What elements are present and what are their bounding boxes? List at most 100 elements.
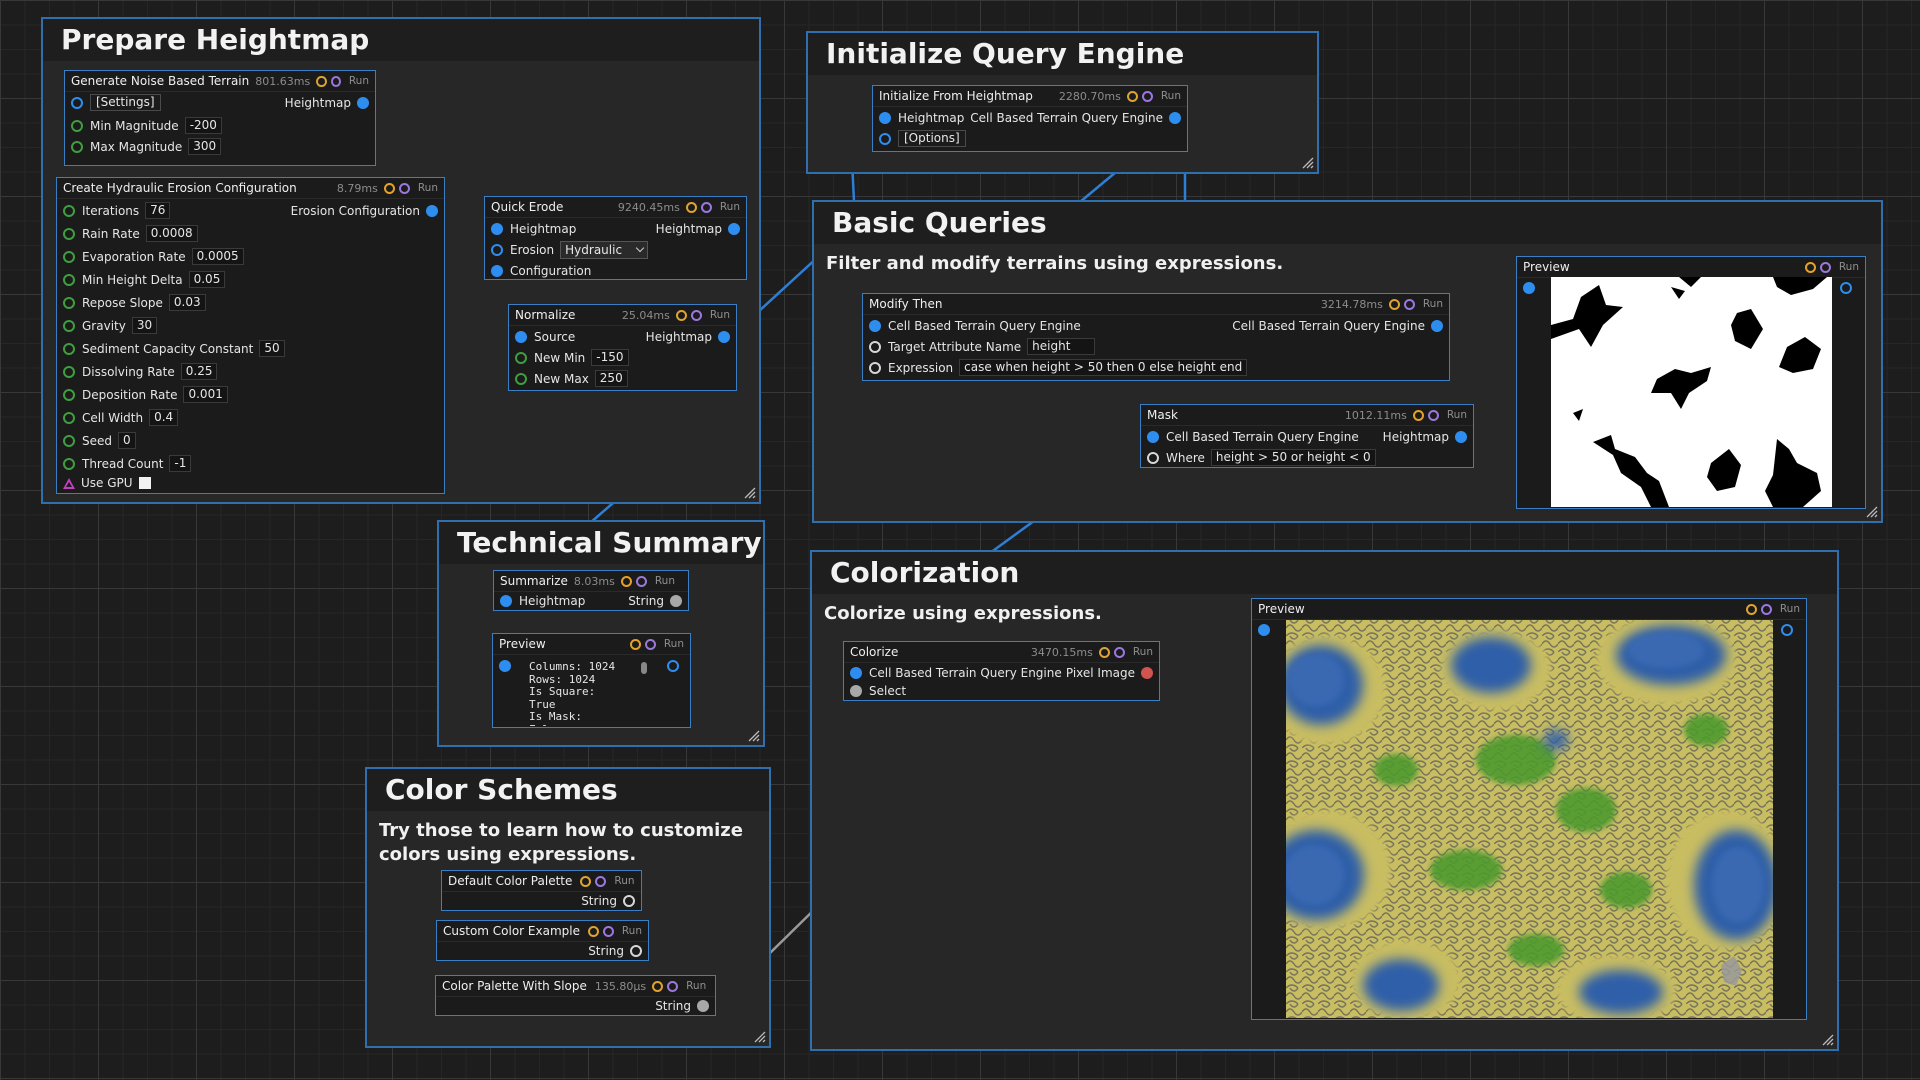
node-custom-color-example[interactable]: Custom Color Example Run String bbox=[436, 920, 649, 961]
node-modify-then[interactable]: Modify Then 3214.78ms Run Cell Based Ter… bbox=[862, 293, 1450, 381]
preview-toggle-icon[interactable] bbox=[1403, 298, 1415, 310]
output-port-icon[interactable] bbox=[1840, 282, 1852, 294]
summary-text-area[interactable]: Columns: 1024 Rows: 1024 Is Square: True… bbox=[529, 661, 635, 726]
output-port-icon[interactable] bbox=[1141, 666, 1153, 679]
run-status-icon[interactable] bbox=[588, 925, 599, 937]
run-button[interactable]: Run bbox=[1133, 646, 1153, 658]
node-preview-mask[interactable]: Preview Run bbox=[1516, 256, 1866, 509]
preview-toggle-icon[interactable] bbox=[330, 75, 341, 87]
node-initialize-from-heightmap[interactable]: Initialize From Heightmap 2280.70ms Run … bbox=[872, 85, 1188, 152]
run-status-icon[interactable] bbox=[580, 875, 592, 887]
config-value-input[interactable]: 76 bbox=[145, 202, 171, 219]
output-port-icon[interactable] bbox=[630, 945, 642, 957]
output-port-icon[interactable] bbox=[728, 222, 740, 235]
input-port-icon[interactable] bbox=[63, 388, 75, 401]
run-button[interactable]: Run bbox=[664, 638, 684, 650]
run-status-icon[interactable] bbox=[1412, 409, 1424, 421]
config-value-input[interactable]: -1 bbox=[169, 455, 192, 472]
config-value-input[interactable]: 0.001 bbox=[183, 386, 228, 403]
run-status-icon[interactable] bbox=[1388, 298, 1400, 310]
preview-toggle-icon[interactable] bbox=[667, 980, 679, 992]
run-button[interactable]: Run bbox=[1839, 261, 1859, 273]
input-port-icon[interactable] bbox=[63, 296, 75, 309]
input-port-icon[interactable] bbox=[499, 660, 511, 672]
input-port-icon[interactable] bbox=[71, 140, 83, 153]
input-port-icon[interactable] bbox=[71, 119, 83, 132]
config-value-input[interactable]: 0.25 bbox=[180, 363, 218, 380]
preview-toggle-icon[interactable] bbox=[398, 182, 410, 194]
run-button[interactable]: Run bbox=[349, 75, 369, 87]
preview-toggle-icon[interactable] bbox=[1113, 646, 1125, 658]
input-port-icon[interactable] bbox=[879, 132, 891, 145]
run-status-icon[interactable] bbox=[675, 309, 687, 321]
use-gpu-checkbox[interactable] bbox=[138, 477, 151, 489]
target-attribute-input[interactable]: height bbox=[1027, 338, 1096, 355]
scrollbar[interactable] bbox=[641, 662, 647, 674]
run-button[interactable]: Run bbox=[1161, 90, 1181, 102]
preview-toggle-icon[interactable] bbox=[1819, 261, 1831, 273]
output-port-icon[interactable] bbox=[1455, 430, 1467, 443]
expression-input[interactable]: case when height > 50 then 0 else height… bbox=[959, 359, 1248, 376]
input-port-icon[interactable] bbox=[515, 372, 527, 385]
run-button[interactable]: Run bbox=[1423, 298, 1443, 310]
config-value-input[interactable]: 0.0005 bbox=[191, 248, 244, 265]
run-button[interactable]: Run bbox=[710, 309, 730, 321]
output-port-icon[interactable] bbox=[623, 895, 635, 907]
input-port-icon[interactable] bbox=[491, 264, 503, 277]
run-status-icon[interactable] bbox=[629, 638, 641, 650]
new-max-input[interactable]: 250 bbox=[594, 370, 628, 387]
resize-handle-icon[interactable] bbox=[1302, 157, 1314, 169]
preview-toggle-icon[interactable] bbox=[595, 875, 607, 887]
run-button[interactable]: Run bbox=[622, 925, 642, 937]
options-button[interactable]: [Options] bbox=[898, 130, 966, 147]
preview-toggle-icon[interactable] bbox=[1427, 409, 1439, 421]
input-port-icon[interactable] bbox=[879, 111, 891, 124]
run-button[interactable]: Run bbox=[686, 980, 706, 992]
where-input[interactable]: height > 50 or height < 0 bbox=[1210, 449, 1376, 466]
input-port-icon[interactable] bbox=[71, 96, 83, 109]
config-value-input[interactable]: 0 bbox=[118, 432, 136, 449]
node-default-color-palette[interactable]: Default Color Palette Run String bbox=[441, 870, 642, 911]
input-port-icon[interactable] bbox=[63, 411, 75, 424]
resize-handle-icon[interactable] bbox=[1866, 506, 1878, 518]
min-magnitude-input[interactable]: -200 bbox=[184, 117, 222, 134]
preview-toggle-icon[interactable] bbox=[690, 309, 702, 321]
input-port-icon[interactable] bbox=[63, 434, 75, 447]
run-button[interactable]: Run bbox=[418, 182, 438, 194]
node-hydraulic-erosion-config[interactable]: Create Hydraulic Erosion Configuration 8… bbox=[56, 177, 445, 494]
config-value-input[interactable]: 0.03 bbox=[168, 294, 206, 311]
preview-toggle-icon[interactable] bbox=[700, 201, 712, 213]
input-port-icon[interactable] bbox=[491, 222, 503, 235]
run-button[interactable]: Run bbox=[720, 201, 740, 213]
input-port-icon[interactable] bbox=[63, 319, 75, 332]
node-color-palette-with-slope[interactable]: Color Palette With Slope 135.80µs Run St… bbox=[435, 975, 716, 1016]
run-status-icon[interactable] bbox=[316, 75, 327, 87]
preview-toggle-icon[interactable] bbox=[644, 638, 656, 650]
run-button[interactable]: Run bbox=[614, 875, 634, 887]
run-status-icon[interactable] bbox=[1745, 603, 1757, 615]
node-quick-erode[interactable]: Quick Erode 9240.45ms Run Heightmap Heig… bbox=[484, 196, 747, 280]
config-value-input[interactable]: 30 bbox=[131, 317, 158, 334]
node-preview-summary[interactable]: Preview Run Columns: 1024 Rows: 1024 Is … bbox=[492, 633, 691, 728]
node-preview-color[interactable]: Preview Run bbox=[1251, 598, 1807, 1020]
run-button[interactable]: Run bbox=[1447, 409, 1467, 421]
new-min-input[interactable]: -150 bbox=[591, 349, 629, 366]
preview-toggle-icon[interactable] bbox=[635, 575, 647, 587]
input-port-icon[interactable] bbox=[1258, 624, 1270, 636]
output-port-icon[interactable] bbox=[718, 330, 730, 343]
input-port-icon[interactable] bbox=[63, 227, 75, 240]
resize-handle-icon[interactable] bbox=[754, 1031, 766, 1043]
output-port-icon[interactable] bbox=[1781, 624, 1793, 636]
run-status-icon[interactable] bbox=[383, 182, 395, 194]
preview-toggle-icon[interactable] bbox=[1141, 90, 1153, 102]
config-value-input[interactable]: 0.05 bbox=[188, 271, 226, 288]
node-mask[interactable]: Mask 1012.11ms Run Cell Based Terrain Qu… bbox=[1140, 404, 1474, 468]
input-port-icon[interactable] bbox=[63, 250, 75, 263]
run-status-icon[interactable] bbox=[1098, 646, 1110, 658]
resize-handle-icon[interactable] bbox=[1822, 1034, 1834, 1046]
preview-toggle-icon[interactable] bbox=[1760, 603, 1772, 615]
input-port-icon[interactable] bbox=[869, 319, 881, 332]
input-port-icon[interactable] bbox=[515, 330, 527, 343]
erosion-select[interactable]: Hydraulic bbox=[560, 240, 649, 259]
output-port-icon[interactable] bbox=[357, 96, 369, 109]
